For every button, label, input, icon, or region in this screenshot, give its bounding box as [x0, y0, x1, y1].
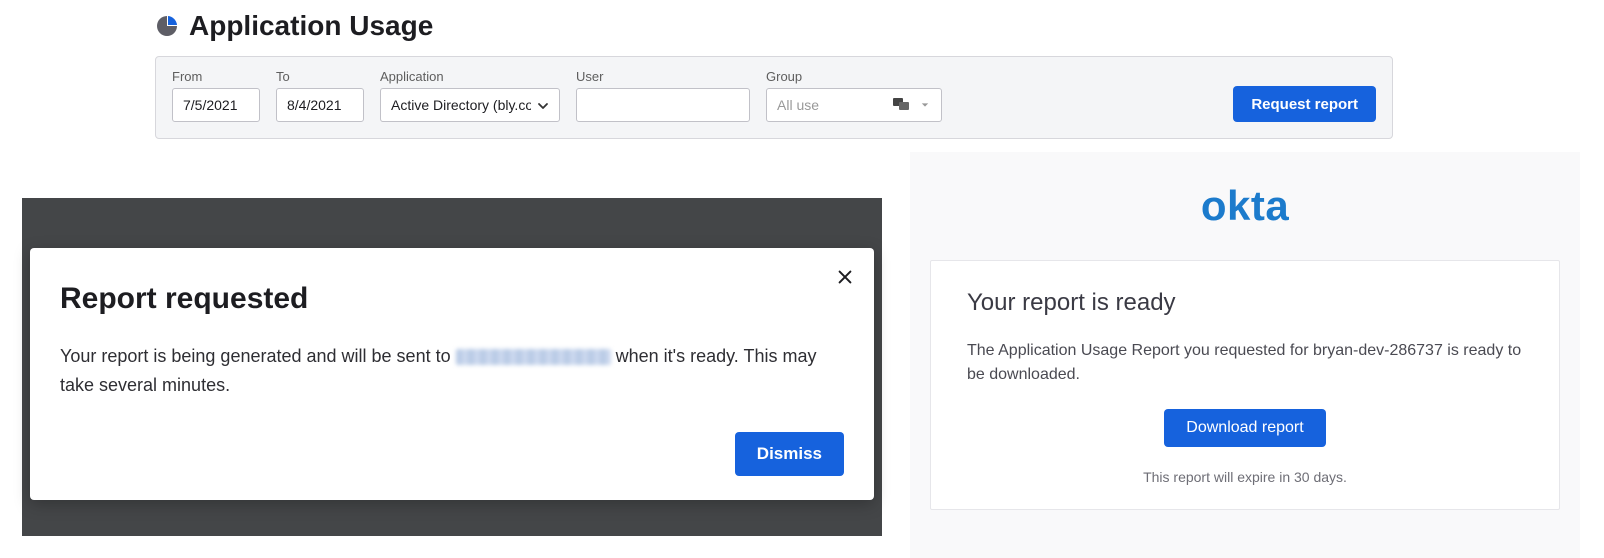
download-report-button[interactable]: Download report — [1164, 409, 1325, 447]
modal-backdrop: Report requested Your report is being ge… — [22, 198, 882, 536]
from-date-input[interactable] — [172, 88, 260, 122]
to-date-input[interactable] — [276, 88, 364, 122]
dismiss-button[interactable]: Dismiss — [735, 432, 844, 476]
group-label: Group — [766, 69, 942, 84]
group-select[interactable]: All use — [766, 88, 942, 122]
expiry-text: This report will expire in 30 days. — [967, 469, 1523, 485]
to-field: To — [276, 69, 364, 122]
modal-body-prefix: Your report is being generated and will … — [60, 346, 456, 366]
application-value: Active Directory (bly.co — [391, 97, 531, 113]
group-placeholder: All use — [777, 97, 887, 113]
email-body: The Application Usage Report you request… — [967, 339, 1523, 387]
application-usage-section: Application Usage From To Application Ac… — [155, 10, 1393, 139]
pie-chart-icon — [155, 14, 179, 38]
email-panel: okta Your report is ready The Applicatio… — [910, 152, 1580, 558]
download-row: Download report — [967, 409, 1523, 447]
people-icon — [893, 98, 913, 112]
user-label: User — [576, 69, 750, 84]
chevron-down-icon — [537, 99, 549, 111]
email-title: Your report is ready — [967, 289, 1523, 317]
close-icon[interactable] — [834, 266, 856, 288]
caret-down-icon — [919, 99, 931, 111]
from-field: From — [172, 69, 260, 122]
request-report-button[interactable]: Request report — [1233, 86, 1376, 122]
report-requested-modal: Report requested Your report is being ge… — [30, 248, 874, 500]
to-label: To — [276, 69, 364, 84]
modal-body: Your report is being generated and will … — [60, 342, 844, 400]
redacted-email — [456, 349, 611, 365]
application-field: Application Active Directory (bly.co — [380, 69, 560, 122]
filter-bar: From To Application Active Directory (bl… — [155, 56, 1393, 139]
modal-actions: Dismiss — [60, 432, 844, 476]
application-select[interactable]: Active Directory (bly.co — [380, 88, 560, 122]
okta-logo: okta — [910, 182, 1580, 230]
email-card: Your report is ready The Application Usa… — [930, 260, 1560, 510]
from-label: From — [172, 69, 260, 84]
group-field: Group All use — [766, 69, 942, 122]
page-title: Application Usage — [189, 10, 433, 42]
user-field: User — [576, 69, 750, 122]
application-label: Application — [380, 69, 560, 84]
modal-title: Report requested — [60, 282, 844, 316]
page-title-row: Application Usage — [155, 10, 1393, 42]
user-input[interactable] — [576, 88, 750, 122]
okta-logo-text: okta — [1201, 182, 1289, 230]
